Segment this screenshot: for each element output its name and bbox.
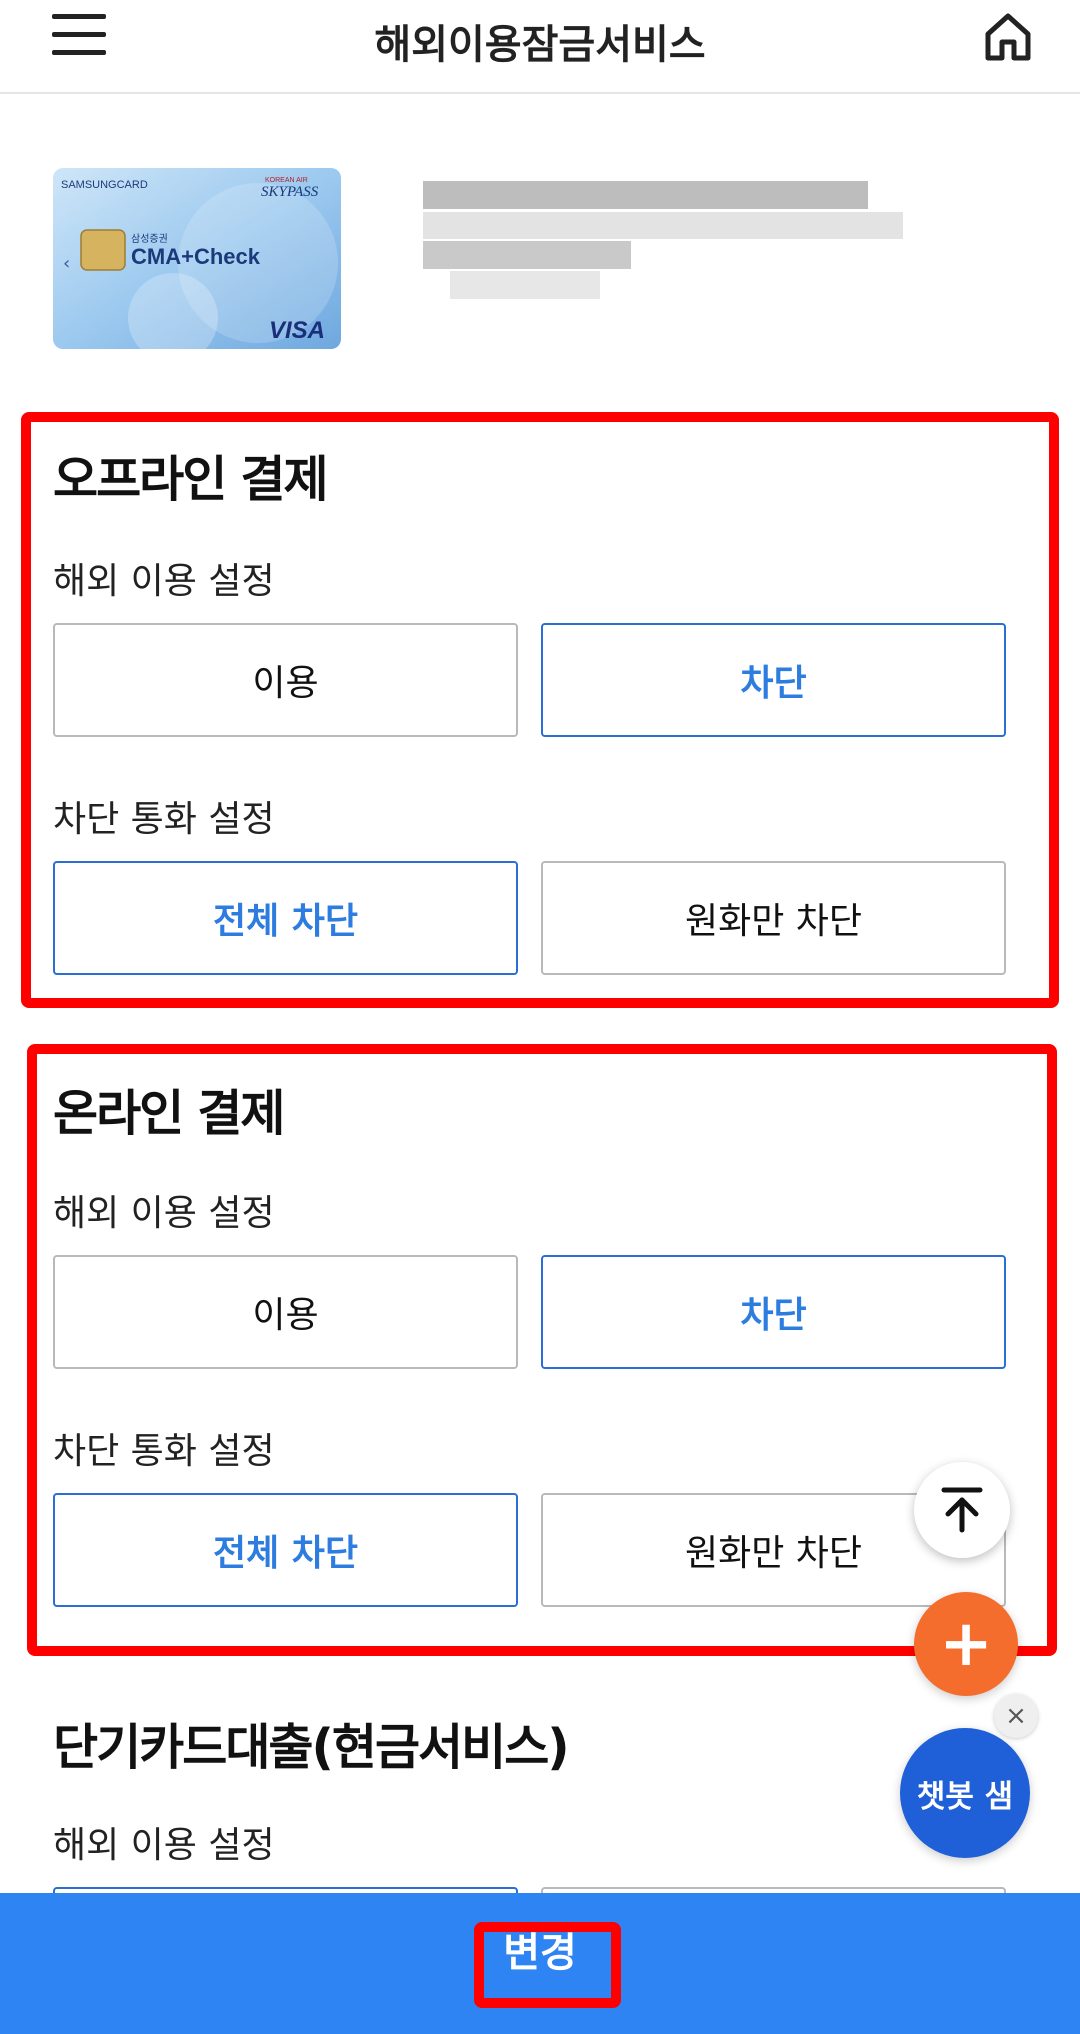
plus-button[interactable]: + [914,1592,1018,1696]
card-partner-small: KOREAN AIR [265,177,308,184]
card-network: VISA [269,317,325,344]
card-brand: SAMSUNGCARD [61,179,148,191]
online-all-block-button[interactable]: 전체 차단 [53,1493,518,1607]
bottom-action-bar: 변경 [0,1893,1080,2034]
offline-use-button[interactable]: 이용 [53,623,518,737]
app-header: 해외이용잠금서비스 [0,0,1080,94]
offline-block-button[interactable]: 차단 [541,623,1006,737]
online-use-button[interactable]: 이용 [53,1255,518,1369]
block-currency-label: 차단 통화 설정 [53,799,275,840]
scroll-top-button[interactable] [914,1462,1010,1558]
card-partner: SKYPASS [261,184,319,200]
block-currency-label: 차단 통화 설정 [53,1431,275,1472]
close-icon[interactable]: × [994,1694,1038,1738]
offline-won-only-button[interactable]: 원화만 차단 [541,861,1006,975]
change-button[interactable]: 변경 [503,1920,577,1978]
overseas-use-label: 해외 이용 설정 [53,1193,275,1234]
card-product: CMA+Check [131,244,261,269]
page-title: 해외이용잠금서비스 [374,22,706,68]
svg-text:‹: ‹ [63,253,70,274]
section-title: 오프라인 결제 [53,451,329,508]
online-block-button[interactable]: 차단 [541,1255,1006,1369]
offline-all-block-button[interactable]: 전체 차단 [53,861,518,975]
arrow-up-icon [941,1487,983,1533]
overseas-use-label: 해외 이용 설정 [53,1825,275,1866]
section-title: 온라인 결제 [53,1085,285,1142]
card-image: ‹ SAMSUNGCARD KOREAN AIR SKYPASS 삼성증권 CM… [53,168,341,349]
home-icon[interactable] [982,10,1034,62]
section-title: 단기카드대출(현금서비스) [53,1719,570,1776]
chatbot-button[interactable]: 챗봇 샘 [900,1728,1030,1858]
overseas-use-label: 해외 이용 설정 [53,561,275,602]
